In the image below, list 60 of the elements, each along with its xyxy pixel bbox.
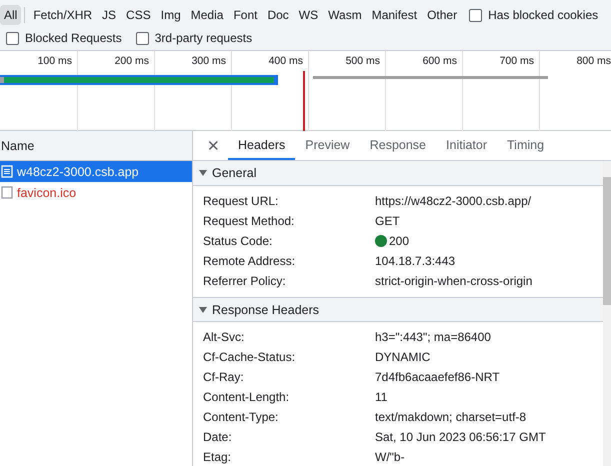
header-name: Remote Address: (203, 254, 296, 268)
filter-tab[interactable]: CSS (122, 5, 155, 25)
section-header[interactable]: Response Headers (193, 297, 603, 322)
header-value: Sat, 10 Jun 2023 06:56:17 GMT (375, 430, 546, 444)
section-header[interactable]: General (193, 161, 603, 186)
header-value: GET (375, 214, 400, 228)
details-tab[interactable]: Initiator (436, 131, 498, 160)
checkbox-label: 3rd-party requests (154, 31, 252, 45)
time-tick-label: 500 ms (344, 54, 381, 69)
filter-tab[interactable]: Manifest (368, 5, 422, 25)
request-name: favicon.ico (17, 186, 76, 200)
details-tab[interactable]: Preview (295, 131, 360, 160)
header-name: Status Code: (203, 234, 274, 248)
header-name: Date: (203, 430, 233, 444)
time-tick-label: 100 ms (36, 54, 73, 69)
close-button[interactable]: ✕ (199, 131, 228, 160)
header-value: 7d4fb6acaaefef86-NRT (375, 370, 500, 384)
time-tick-label: 600 ms (422, 54, 458, 69)
time-tick-label: 200 ms (114, 54, 150, 69)
header-value: 11 (375, 390, 388, 404)
header-value: 200 (389, 234, 410, 248)
header-value: W/"b- (375, 450, 405, 464)
header-name: Alt-Svc: (203, 330, 246, 344)
filter-tab[interactable]: Other (423, 5, 462, 25)
details-tab[interactable]: Timing (497, 131, 554, 160)
header-value: DYNAMIC (375, 350, 430, 364)
request-name: w48cz2-3000.csb.app (17, 164, 139, 178)
filter-tab[interactable]: Media (186, 5, 228, 25)
column-header: Name (0, 131, 192, 161)
header-name: Content-Type: (203, 410, 280, 424)
header-name: Request URL: (203, 194, 280, 208)
filter-tab[interactable]: All (0, 5, 22, 25)
header-name: Etag: (203, 450, 232, 464)
filter-tab[interactable]: Doc (263, 5, 293, 25)
filter-tab[interactable]: Font (229, 5, 262, 25)
section-title: General (212, 166, 256, 180)
header-value: https://w48cz2-3000.csb.app/ (375, 194, 532, 208)
filter-tab[interactable]: Img (156, 5, 185, 25)
filter-tab[interactable]: Fetch/XHR (29, 5, 96, 25)
header-name: Cf-Ray: (203, 370, 245, 384)
time-tick-label: 400 ms (268, 54, 304, 69)
filter-tab[interactable]: Wasm (324, 5, 366, 25)
filter-tab[interactable]: JS (98, 5, 120, 25)
header-value: text/makdown; charset=utf-8 (375, 410, 526, 424)
header-name: Request Method: (203, 214, 296, 228)
header-value: h3=":443"; ma=86400 (375, 330, 491, 344)
request-row[interactable]: w48cz2-3000.csb.app (0, 161, 192, 182)
time-tick-label: 800 ms (576, 54, 611, 69)
header-name: Referrer Policy: (203, 274, 287, 288)
checkbox-label: Has blocked cookies (488, 8, 598, 22)
header-name: Cf-Cache-Status: (203, 350, 296, 364)
details-tab[interactable]: Response (360, 131, 436, 160)
section-title: Response Headers (212, 302, 320, 316)
filter-tab[interactable]: WS (294, 5, 322, 25)
header-value: strict-origin-when-cross-origin (375, 274, 532, 288)
time-tick-label: 300 ms (190, 54, 227, 69)
header-name: Content-Length: (203, 390, 290, 404)
time-tick-label: 700 ms (498, 54, 535, 69)
checkbox-label: Blocked Requests (25, 31, 122, 45)
header-value: 104.18.7.3:443 (375, 254, 456, 268)
